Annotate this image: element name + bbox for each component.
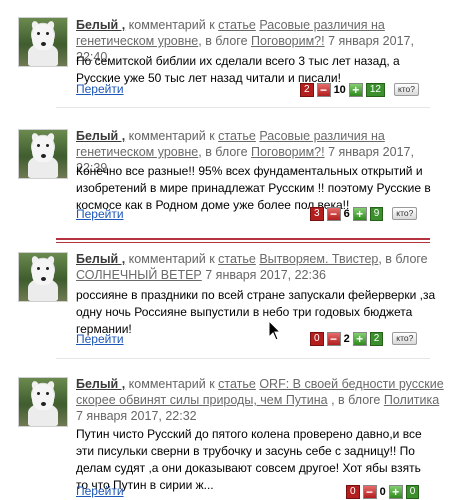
goto-link[interactable]: Перейти xyxy=(76,484,124,498)
rating-widget: 0 − 2 + 2 кто? xyxy=(310,331,418,346)
action-text: комментарий к xyxy=(125,18,219,32)
goto-link[interactable]: Перейти xyxy=(76,332,124,346)
blog-link[interactable]: Политика xyxy=(384,393,439,407)
article-prefix-link[interactable]: статье xyxy=(218,18,256,32)
comment-text: Путин чисто Русский до пятого колена про… xyxy=(76,427,422,492)
who-voted-button[interactable]: кто? xyxy=(392,332,418,345)
action-text: комментарий к xyxy=(125,377,219,391)
who-voted-button[interactable]: кто? xyxy=(393,83,420,96)
negative-count: 2 xyxy=(300,82,314,97)
goto-link[interactable]: Перейти xyxy=(76,207,124,221)
rating-score: 0 xyxy=(379,485,386,498)
divider xyxy=(56,107,430,108)
author-link[interactable]: Белый , xyxy=(76,129,125,143)
blog-prefix-text: , в блоге xyxy=(378,252,428,266)
comment-text: россияне в праздники по всей стране запу… xyxy=(76,288,436,336)
blog-link[interactable]: Поговорим?! xyxy=(251,145,325,159)
author-link[interactable]: Белый , xyxy=(76,252,125,266)
positive-count: 0 xyxy=(405,484,420,499)
blog-link[interactable]: Поговорим?! xyxy=(251,34,325,48)
author-link[interactable]: Белый , xyxy=(76,377,125,391)
avatar[interactable] xyxy=(18,129,68,179)
vote-down-button[interactable]: − xyxy=(362,484,377,499)
positive-count: 9 xyxy=(369,206,384,221)
avatar[interactable] xyxy=(18,377,68,427)
article-title-link[interactable]: Вытворяем. Твистер xyxy=(259,252,378,266)
vote-up-button[interactable]: + xyxy=(388,484,403,499)
blog-prefix-text: , в блоге xyxy=(198,145,252,159)
rating-widget: 3 − 6 + 9 кто? xyxy=(310,206,418,221)
negative-count: 0 xyxy=(310,331,324,346)
divider xyxy=(56,358,430,359)
comment-meta: Белый , комментарий к статье Вытворяем. … xyxy=(76,251,446,283)
comment-date: 7 января 2017, 22:36 xyxy=(201,268,326,282)
vote-down-button[interactable]: − xyxy=(326,331,341,346)
positive-count: 12 xyxy=(365,82,385,97)
action-text: комментарий к xyxy=(125,129,219,143)
article-prefix-link[interactable]: статье xyxy=(218,377,256,391)
rating-widget: 0 − 0 + 0 xyxy=(346,484,420,499)
positive-count: 2 xyxy=(369,331,384,346)
avatar[interactable] xyxy=(18,252,68,302)
vote-down-button[interactable]: − xyxy=(316,82,331,97)
avatar[interactable] xyxy=(18,17,68,67)
negative-count: 3 xyxy=(310,206,324,221)
vote-up-button[interactable]: + xyxy=(352,331,367,346)
blog-prefix-text: , в блоге xyxy=(327,393,384,407)
negative-count: 0 xyxy=(346,484,360,499)
article-prefix-link[interactable]: статье xyxy=(218,252,256,266)
mouse-cursor-icon xyxy=(268,320,282,341)
vote-down-button[interactable]: − xyxy=(326,206,341,221)
vote-up-button[interactable]: + xyxy=(348,82,363,97)
rating-score: 10 xyxy=(333,83,346,96)
blog-link[interactable]: СОЛНЕЧНЫЙ ВЕТЕР xyxy=(76,268,202,282)
rating-score: 6 xyxy=(343,207,350,220)
goto-link[interactable]: Перейти xyxy=(76,82,124,96)
blog-prefix-text: , в блоге xyxy=(198,34,252,48)
separator-new-comments xyxy=(56,238,430,243)
author-link[interactable]: Белый , xyxy=(76,18,125,32)
comment-date: 7 января 2017, 22:32 xyxy=(76,409,197,423)
who-voted-button[interactable]: кто? xyxy=(392,207,418,220)
vote-up-button[interactable]: + xyxy=(352,206,367,221)
rating-score: 2 xyxy=(343,332,350,345)
article-prefix-link[interactable]: статье xyxy=(218,129,256,143)
rating-widget: 2 − 10 + 12 кто? xyxy=(300,82,420,97)
action-text: комментарий к xyxy=(125,252,219,266)
comment-meta: Белый , комментарий к статье ORF: В свое… xyxy=(76,376,446,424)
